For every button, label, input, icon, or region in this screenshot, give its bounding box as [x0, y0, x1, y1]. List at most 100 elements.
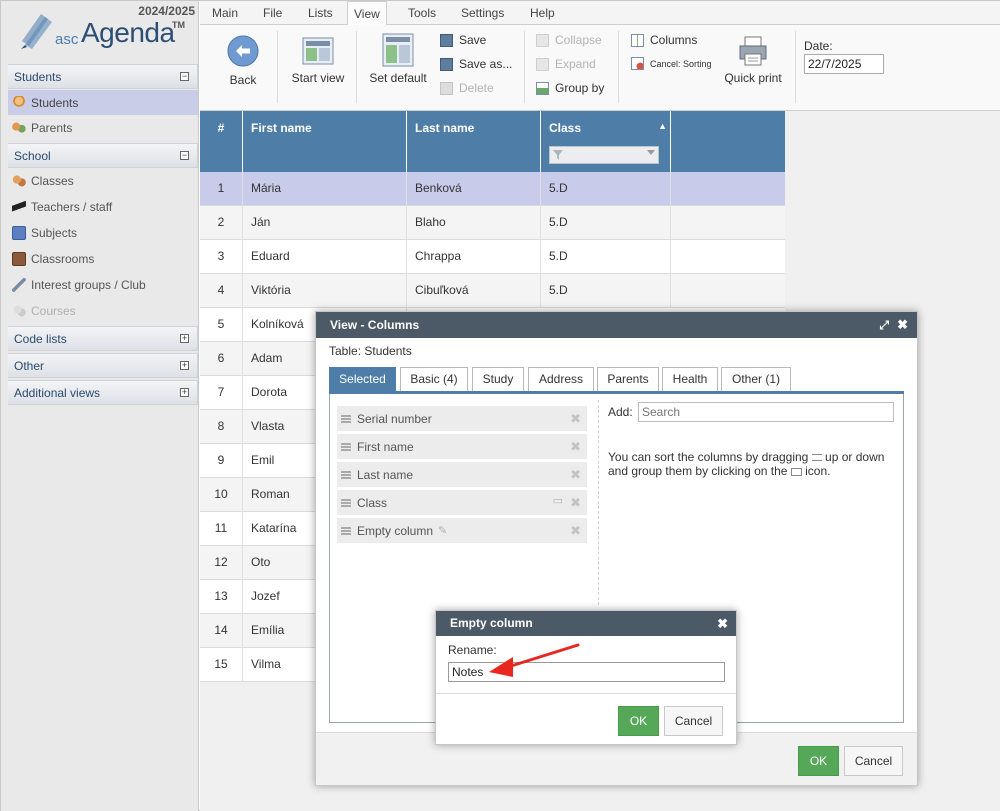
ribbon-separator — [524, 31, 525, 103]
column-item-class[interactable]: Class ▭ ✖ — [337, 490, 587, 515]
menu-main[interactable]: Main — [206, 1, 244, 25]
sidebar: 2024/2025 asc Agenda TM Students − Stude… — [1, 1, 199, 811]
table-row[interactable]: 1 Mária Benková 5.D — [200, 172, 785, 206]
folder-icon[interactable]: ▭ — [553, 494, 563, 507]
class-filter-dropdown[interactable] — [549, 146, 659, 164]
cancel-sorting-label: Cancel: Sorting — [650, 58, 712, 69]
column-header-first-name[interactable]: First name — [243, 111, 407, 172]
ok-button[interactable]: OK — [798, 746, 839, 776]
table-row[interactable]: 2 Ján Blaho 5.D — [200, 206, 785, 240]
menu-lists[interactable]: Lists — [302, 1, 339, 25]
rename-dialog: Empty column ✖ Rename: OK Cancel — [435, 610, 737, 745]
expand-toggle[interactable]: + — [180, 361, 189, 370]
search-input[interactable] — [638, 402, 894, 422]
start-view-button[interactable]: Start view — [286, 37, 350, 85]
cancel-button[interactable]: Cancel — [844, 746, 903, 776]
cell-last-name: Blaho — [407, 206, 541, 240]
menu-view[interactable]: View — [347, 1, 387, 26]
remove-icon[interactable]: ✖ — [570, 439, 581, 455]
sidebar-item-courses: Courses — [8, 298, 198, 323]
group-by-button[interactable]: Group by — [536, 81, 604, 95]
sidebar-item-classes[interactable]: Classes — [8, 168, 198, 193]
tab-address[interactable]: Address — [528, 367, 594, 392]
sidebar-item-subjects[interactable]: Subjects — [8, 220, 198, 245]
menu-file[interactable]: File — [257, 1, 288, 25]
drag-handle-icon[interactable] — [341, 442, 351, 451]
graduation-cap-icon — [12, 199, 26, 214]
tab-health[interactable]: Health — [662, 367, 718, 392]
pencil-icon[interactable]: ✎ — [438, 524, 447, 537]
remove-icon[interactable]: ✖ — [570, 467, 581, 483]
collapse-toggle[interactable]: − — [180, 72, 189, 81]
floppy-icon — [440, 33, 453, 47]
save-button[interactable]: Save — [440, 33, 486, 47]
collapse-toggle[interactable]: − — [180, 151, 189, 160]
tab-other[interactable]: Other (1) — [721, 367, 791, 392]
drag-handle-icon[interactable] — [341, 470, 351, 479]
sidebar-item-students[interactable]: Students — [8, 90, 198, 115]
section-other[interactable]: Other + — [8, 353, 198, 378]
menu-help[interactable]: Help — [524, 1, 561, 25]
app-window: 2024/2025 asc Agenda TM Students − Stude… — [0, 0, 1000, 811]
drag-handle-icon[interactable] — [341, 526, 351, 535]
sidebar-item-interest-groups[interactable]: Interest groups / Club — [8, 272, 198, 297]
maximize-icon[interactable]: ⤢ — [879, 312, 889, 338]
drag-handle-icon[interactable] — [341, 414, 351, 423]
rename-input[interactable] — [448, 662, 725, 682]
door-icon — [12, 251, 26, 266]
save-as-label: Save as... — [459, 57, 513, 71]
column-item-last-name[interactable]: Last name ✖ — [337, 462, 587, 487]
tab-basic[interactable]: Basic (4) — [400, 367, 468, 392]
quick-print-button[interactable]: Quick print — [721, 35, 785, 85]
column-header-number[interactable]: # — [200, 111, 243, 172]
cell-first-name: Ján — [243, 206, 407, 240]
menu-tools[interactable]: Tools — [402, 1, 442, 25]
tab-selected[interactable]: Selected — [329, 367, 396, 392]
toolbar-ribbon: Back Start view Set default Save Save as… — [200, 25, 1000, 111]
section-label: Additional views — [14, 385, 101, 400]
sidebar-item-teachers[interactable]: Teachers / staff — [8, 194, 198, 219]
section-code-lists[interactable]: Code lists + — [8, 326, 198, 351]
columns-dialog-titlebar[interactable]: View - Columns ⤢ ✖ — [316, 312, 917, 338]
column-item-serial-number[interactable]: Serial number ✖ — [337, 406, 587, 431]
remove-icon[interactable]: ✖ — [570, 523, 581, 539]
drag-handle-icon[interactable] — [341, 498, 351, 507]
sidebar-item-classrooms[interactable]: Classrooms — [8, 246, 198, 271]
back-button[interactable]: Back — [220, 35, 266, 87]
close-icon[interactable]: ✖ — [717, 611, 728, 636]
close-icon[interactable]: ✖ — [897, 312, 908, 338]
ribbon-separator — [795, 31, 796, 103]
save-label: Save — [459, 33, 487, 47]
save-as-button[interactable]: Save as... — [440, 57, 512, 71]
sidebar-item-parents[interactable]: Parents — [8, 115, 198, 140]
date-input[interactable] — [804, 54, 884, 74]
section-additional-views[interactable]: Additional views + — [8, 380, 198, 405]
section-students[interactable]: Students − — [8, 64, 198, 89]
back-label: Back — [229, 73, 257, 87]
expand-toggle[interactable]: + — [180, 388, 189, 397]
columns-button[interactable]: Columns — [631, 33, 697, 47]
section-school[interactable]: School − — [8, 143, 198, 168]
ok-button[interactable]: OK — [618, 706, 659, 736]
menu-settings[interactable]: Settings — [455, 1, 510, 25]
logo-agenda: Agenda — [81, 17, 175, 48]
expand-toggle[interactable]: + — [180, 334, 189, 343]
tab-study[interactable]: Study — [472, 367, 524, 392]
cancel-button[interactable]: Cancel — [664, 706, 723, 736]
cell-number: 4 — [200, 274, 243, 308]
tab-parents[interactable]: Parents — [597, 367, 659, 392]
cancel-sorting-button[interactable]: Cancel: Sorting — [631, 57, 712, 70]
back-arrow-icon — [227, 35, 259, 67]
table-row[interactable]: 3 Eduard Chrappa 5.D — [200, 240, 785, 274]
table-row[interactable]: 4 Viktória Cibuľková 5.D — [200, 274, 785, 308]
column-item-empty-column[interactable]: Empty column ✎ ✖ — [337, 518, 587, 543]
remove-icon[interactable]: ✖ — [570, 495, 581, 511]
collapse-label: Collapse — [555, 33, 602, 47]
column-item-first-name[interactable]: First name ✖ — [337, 434, 587, 459]
column-header-class[interactable]: Class ▲ — [541, 111, 671, 172]
column-header-last-name[interactable]: Last name — [407, 111, 541, 172]
set-default-button[interactable]: Set default — [366, 33, 430, 85]
cell-last-name: Chrappa — [407, 240, 541, 274]
remove-icon[interactable]: ✖ — [570, 411, 581, 427]
rename-dialog-titlebar[interactable]: Empty column ✖ — [436, 611, 736, 636]
